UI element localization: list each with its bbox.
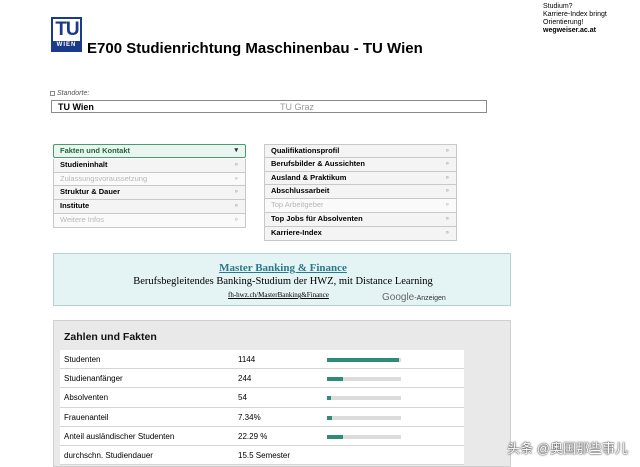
menu-item[interactable]: Institute » [53, 200, 246, 214]
stats-row: Absolventen 54 [60, 388, 464, 408]
stats-label: Studenten [64, 355, 101, 364]
checkbox-icon [50, 90, 55, 96]
menu-item[interactable]: Karriere-Index » [264, 226, 457, 241]
stats-bar-fill [327, 434, 344, 439]
menu-item-label: Abschlussarbeit [271, 186, 330, 196]
ad-url-link[interactable]: fh-hwz.ch/MasterBanking&Finance [228, 291, 329, 299]
stats-table: Studenten 1144 Studienanfänger 244 Absolvent… [60, 350, 464, 466]
anzeigen-label: -Anzeigen [414, 295, 446, 302]
ad-text: Berufsbegleitendes Banking-Studium der H… [133, 276, 433, 287]
logo-bottom-text: WIEN [53, 41, 80, 50]
stats-value: 15.5 Semester [238, 450, 291, 460]
menu-item-label: Institute [60, 201, 90, 211]
double-chevron-right-icon: » [445, 160, 449, 167]
menu-item-label: Karriere-Index [271, 227, 322, 237]
menu-item-label: Zulassungsvoraussetzung [60, 173, 148, 183]
menu-item-label: Top Arbeitgeber [271, 200, 324, 210]
double-chevron-right-icon: » [445, 215, 449, 222]
stats-panel: Zahlen und Fakten Studenten 1144 Studienan… [53, 320, 511, 467]
double-chevron-right-icon: » [445, 188, 449, 195]
menu-right: Qualifikationsprofil» Berufsbilder & Auss… [264, 144, 457, 241]
chevron-down-icon: ▾ [234, 147, 238, 154]
ad-banner[interactable]: Master Banking & Finance Berufsbegleiten… [53, 253, 511, 306]
stats-label: Studienanfänger [64, 374, 123, 384]
double-chevron-right-icon: » [234, 216, 238, 223]
stats-bar-fill [327, 358, 399, 362]
location-tu-wien[interactable]: TU Wien [58, 101, 94, 113]
promo-line-2: Karriere-Index bringt [543, 11, 607, 18]
stats-value: 54 [238, 393, 247, 403]
menu-left: Fakten und Kontakt ▾ Studieninhalt» Zulassu… [53, 144, 246, 228]
promo-line-1: Studium? [543, 3, 573, 10]
google-ads-label[interactable]: Google-Anzeigen [382, 292, 446, 303]
standorte-bar: TU Wien TU Graz [51, 100, 487, 113]
stats-row: Frauenanteil 7.34% [60, 407, 464, 427]
double-chevron-right-icon: » [445, 202, 449, 209]
stats-row: Studienanfänger 244 [60, 369, 464, 389]
stats-bar-track [327, 396, 401, 401]
menu-item-label: Studieninhalt [60, 159, 108, 169]
menu-item[interactable]: Top Jobs für Absolventen » [264, 212, 457, 227]
stats-value: 244 [238, 374, 252, 384]
double-chevron-right-icon: » [234, 203, 238, 210]
menu-item: Weitere Infos » [53, 213, 246, 228]
stats-label: Absolventen [64, 393, 109, 403]
ad-title-link[interactable]: Master Banking & Finance [54, 262, 512, 274]
double-chevron-right-icon: » [234, 189, 238, 196]
stats-value: 22.29 % [238, 431, 268, 441]
menu-item[interactable]: Struktur & Dauer » [53, 186, 246, 201]
menu-item-label: Ausland & Praktikum [271, 172, 347, 182]
menu-item[interactable]: Fakten und Kontakt ▾ [53, 144, 246, 158]
menu-item[interactable]: Berufsbilder & Aussichten » [264, 157, 457, 172]
stats-row: Studenten 1144 [60, 350, 464, 370]
stats-value: 7.34% [238, 412, 261, 422]
double-chevron-right-icon: » [234, 175, 238, 182]
promo-box[interactable]: Studium? Karriere-Index bringt Orientier… [543, 3, 607, 35]
page-title: E700 Studienrichtung Maschinenbau - TU W… [87, 40, 423, 57]
stats-value: 1144 [238, 355, 256, 364]
stats-label: durchschn. Studiendauer [64, 450, 153, 460]
stats-row: Anteil ausländischer Studenten 22.29 % [60, 426, 464, 446]
menu-item-label: Top Jobs für Absolventen [271, 213, 363, 223]
promo-link[interactable]: wegweiser.ac.at [543, 27, 607, 35]
double-chevron-right-icon: » [445, 229, 449, 236]
menu-item[interactable]: Studieninhalt » [53, 158, 246, 173]
tu-wien-logo[interactable]: TU WIEN [51, 17, 82, 52]
menu-item-label: Weitere Infos [60, 214, 105, 224]
menu-item: Zulassungsvoraussetzung » [53, 172, 246, 187]
stats-label: Frauenanteil [64, 412, 109, 422]
stats-heading: Zahlen und Fakten [64, 331, 157, 343]
double-chevron-right-icon: » [445, 148, 449, 154]
menu-item-label: Qualifikationsprofil [271, 146, 340, 155]
menu-item: Top Arbeitgeber » [264, 199, 457, 213]
menu-item[interactable]: Qualifikationsprofil » [264, 144, 457, 158]
stats-bar-track [327, 434, 401, 439]
stats-row: durchschn. Studiendauer 15.5 Semester [60, 445, 464, 466]
menu-item-label: Fakten und Kontakt [60, 146, 131, 155]
logo-top-text: TU [55, 19, 79, 40]
watermark: 头条 @奥国那些事儿 [507, 441, 628, 456]
promo-line-3: Orientierung! [543, 19, 584, 26]
stats-label: Anteil ausländischer Studenten [64, 431, 175, 441]
standorte-label: Standorte: [50, 90, 89, 97]
stats-bar-fill [327, 396, 331, 401]
double-chevron-right-icon: » [445, 174, 449, 181]
menu-item-label: Struktur & Dauer [60, 187, 121, 197]
menu-item[interactable]: Ausland & Praktikum » [264, 171, 457, 186]
menu-item-label: Berufsbilder & Aussichten [271, 158, 365, 168]
stats-bar-track [327, 377, 401, 382]
standorte-label-text: Standorte: [57, 90, 90, 97]
google-logo: Google [382, 292, 415, 303]
stats-bar-fill [327, 377, 343, 382]
stats-bar-track [327, 415, 401, 420]
menu-item[interactable]: Abschlussarbeit » [264, 185, 457, 200]
double-chevron-right-icon: » [234, 161, 238, 168]
stats-bar-track [327, 358, 401, 362]
stats-bar-fill [327, 415, 333, 420]
location-tu-graz[interactable]: TU Graz [280, 101, 314, 113]
